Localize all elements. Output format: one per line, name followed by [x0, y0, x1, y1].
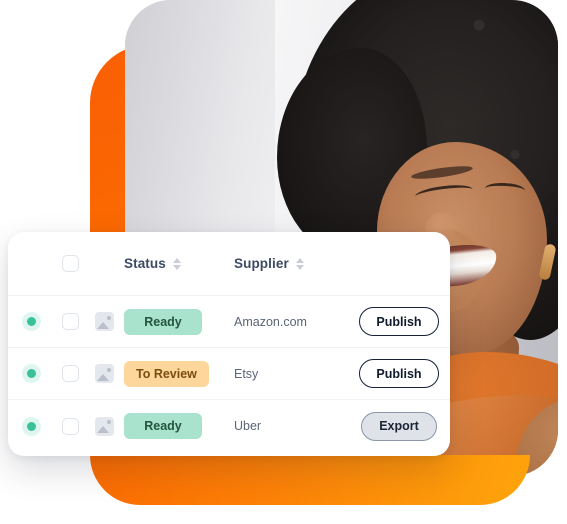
- supplier-label: Etsy: [234, 366, 259, 381]
- status-badge: Ready: [124, 308, 202, 335]
- sort-arrows-icon[interactable]: [295, 257, 304, 270]
- products-table-card: Status Supplier Ready Amazon.com Publish…: [8, 232, 450, 456]
- row-action-cell: Publish: [356, 359, 450, 388]
- row-thumbnail-cell: [86, 416, 122, 436]
- row-supplier-cell: Amazon.com: [234, 315, 356, 329]
- online-dot-icon: [26, 369, 36, 378]
- row-thumbnail-cell: [86, 364, 122, 383]
- row-supplier-cell: Etsy: [234, 367, 356, 381]
- export-button[interactable]: Export: [361, 411, 437, 441]
- row-select-cell[interactable]: [54, 417, 86, 435]
- row-indicator-cell: [8, 369, 54, 378]
- sort-descending-arrow-icon: [172, 264, 181, 270]
- select-all-cell[interactable]: [54, 255, 86, 272]
- row-checkbox-icon[interactable]: [61, 417, 79, 435]
- supplier-label: Amazon.com: [234, 314, 307, 329]
- online-dot-icon: [26, 317, 36, 326]
- table-row[interactable]: To Review Etsy Publish: [8, 348, 450, 400]
- sort-ascending-arrow-icon: [295, 257, 304, 263]
- row-checkbox-icon[interactable]: [61, 313, 79, 330]
- publish-button[interactable]: Publish: [359, 359, 439, 388]
- table-row[interactable]: Ready Uber Export: [8, 400, 450, 452]
- orange-foreground-shape: [90, 455, 530, 505]
- online-dot-icon: [26, 421, 36, 431]
- status-badge: To Review: [124, 360, 209, 387]
- row-action-cell: Publish: [356, 307, 450, 336]
- image-placeholder-icon: [94, 312, 114, 331]
- sort-ascending-arrow-icon: [172, 257, 181, 263]
- table-header-row: Status Supplier: [8, 232, 450, 296]
- row-select-cell[interactable]: [54, 365, 86, 382]
- row-action-cell: Export: [356, 411, 450, 441]
- select-all-checkbox-icon[interactable]: [61, 255, 79, 272]
- row-status-cell: Ready: [122, 308, 234, 335]
- column-header-supplier[interactable]: Supplier: [234, 256, 356, 271]
- row-indicator-cell: [8, 317, 54, 326]
- column-header-supplier-label: Supplier: [234, 256, 289, 271]
- supplier-label: Uber: [234, 419, 262, 433]
- publish-button[interactable]: Publish: [359, 307, 439, 336]
- row-thumbnail-cell: [86, 312, 122, 331]
- row-status-cell: Ready: [122, 413, 234, 439]
- image-placeholder-icon: [94, 416, 114, 436]
- sort-descending-arrow-icon: [295, 264, 304, 270]
- sort-arrows-icon[interactable]: [172, 257, 181, 270]
- row-select-cell[interactable]: [54, 313, 86, 330]
- row-supplier-cell: Uber: [234, 419, 356, 433]
- row-checkbox-icon[interactable]: [61, 365, 79, 382]
- column-header-status-label: Status: [124, 256, 166, 271]
- row-status-cell: To Review: [122, 360, 234, 387]
- row-indicator-cell: [8, 421, 54, 431]
- table-row[interactable]: Ready Amazon.com Publish: [8, 296, 450, 348]
- status-badge: Ready: [124, 413, 202, 439]
- column-header-status[interactable]: Status: [122, 256, 234, 271]
- image-placeholder-icon: [94, 364, 114, 383]
